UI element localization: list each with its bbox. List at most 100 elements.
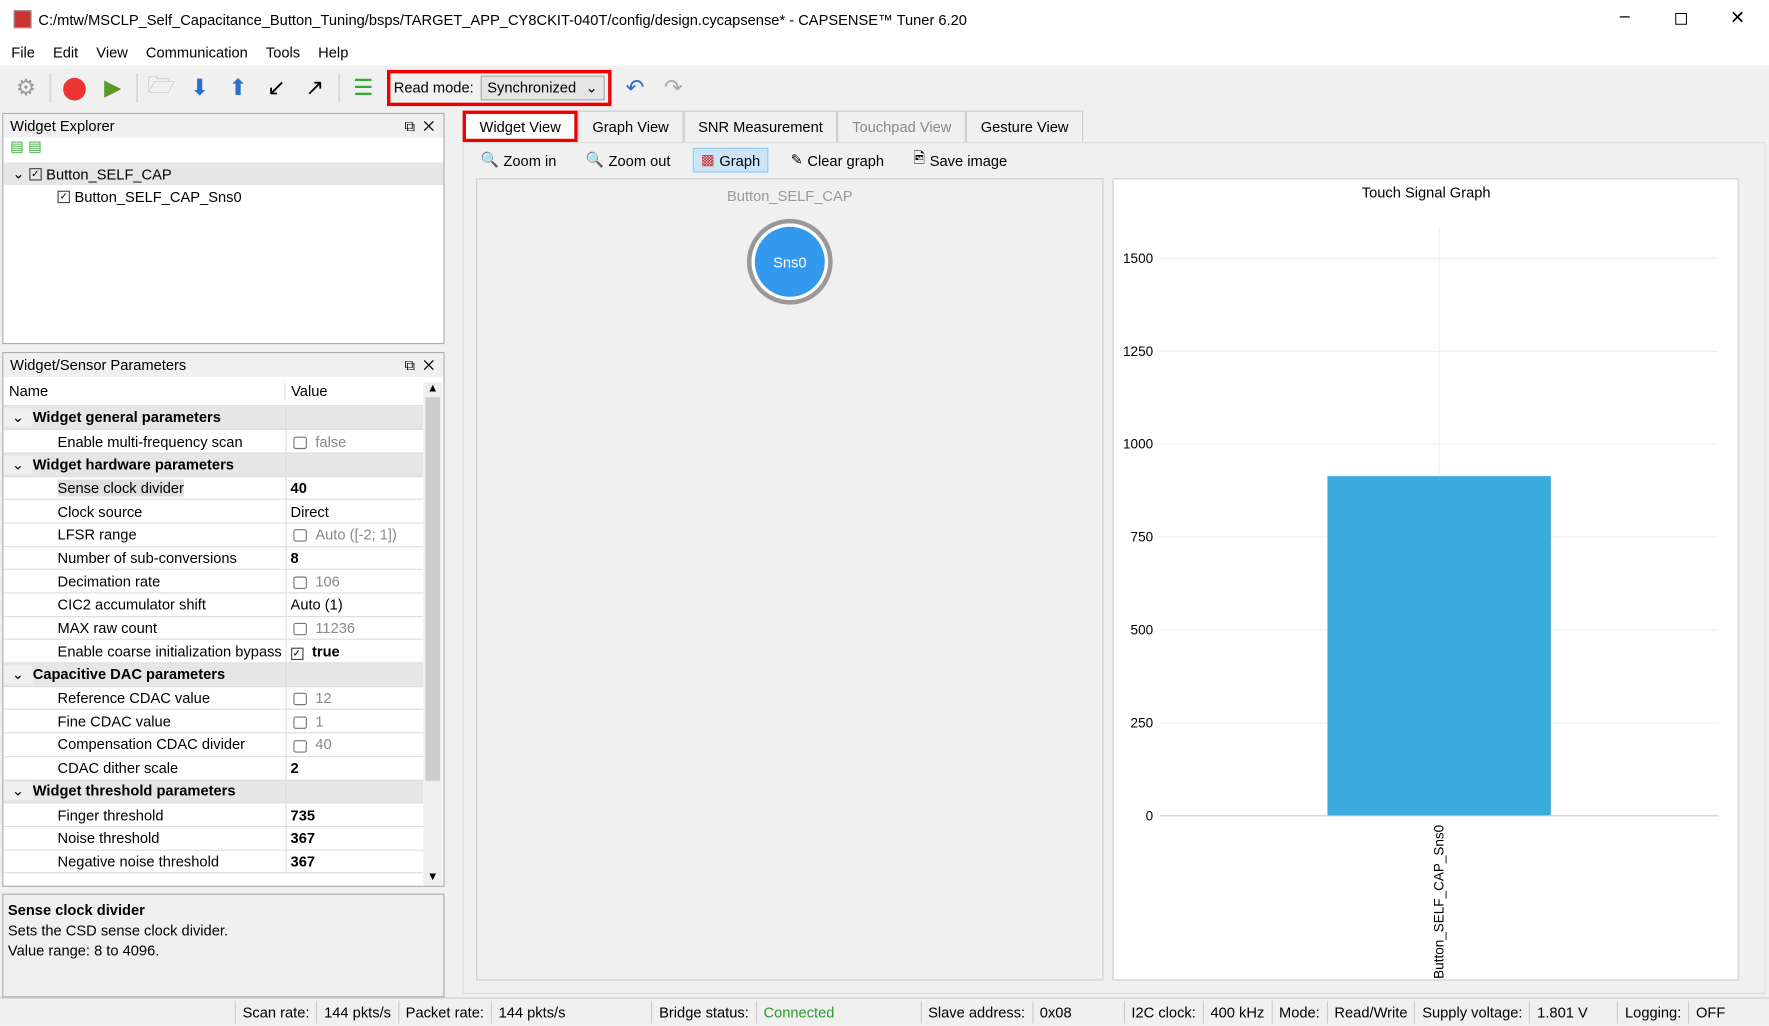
parameter-value[interactable]: 40	[291, 479, 307, 496]
status-label: Mode:	[1271, 1000, 1326, 1024]
read-mode-select[interactable]: Synchronized ⌄	[480, 75, 605, 100]
parameter-value[interactable]: 367	[291, 830, 315, 847]
tab-widget-view[interactable]: Widget View	[462, 110, 578, 143]
checkbox[interactable]: ✓	[57, 190, 70, 203]
parameter-group[interactable]: ⌄ Widget general parameters	[3, 406, 424, 431]
zoom-in-icon: 🔍	[480, 151, 499, 169]
status-value: OFF	[1688, 1000, 1732, 1024]
parameter-row[interactable]: Enable coarse initialization bypass ✓ true	[3, 639, 424, 664]
panel-controls[interactable]: ⧉ ✕	[405, 117, 435, 135]
disconnect-icon[interactable]: ⬤	[60, 73, 89, 102]
menu-help[interactable]: Help	[307, 43, 355, 60]
column-value: Value	[291, 382, 328, 400]
log-icon[interactable]: ☰	[349, 73, 378, 102]
parameter-group[interactable]: ⌄ Widget threshold parameters	[3, 779, 424, 804]
parameter-value[interactable]: Auto (1)	[291, 596, 343, 613]
zoom-in-button[interactable]: 🔍 Zoom in	[474, 149, 563, 172]
widget-label: Button_SELF_CAP	[46, 165, 172, 183]
menu-edit[interactable]: Edit	[42, 43, 85, 60]
parameter-row[interactable]: Sense clock divider 40	[3, 476, 424, 501]
parameter-row[interactable]: Finger threshold 735	[3, 802, 424, 827]
clear-graph-button[interactable]: ✎ Clear graph	[784, 149, 891, 172]
status-value: Read/Write	[1326, 1000, 1415, 1024]
parameter-value[interactable]: 2	[291, 760, 299, 777]
panel-controls[interactable]: ⧉ ✕	[405, 356, 435, 374]
zoom-out-button[interactable]: 🔍 Zoom out	[579, 149, 677, 172]
chevron-down-icon[interactable]: ⌄	[3, 455, 33, 474]
parameter-row[interactable]: CDAC dither scale 2	[3, 756, 424, 781]
status-label: Packet rate:	[397, 1000, 491, 1024]
parameter-value[interactable]: true	[312, 643, 340, 660]
read-from-device-icon[interactable]: ⬇	[185, 73, 214, 102]
status-value: 144 pkts/s	[490, 1000, 573, 1024]
expand-collapse-icons[interactable]: ▤ ▤	[3, 138, 443, 163]
settings-gear-icon[interactable]: ⚙	[11, 73, 40, 102]
title-bar: C:/mtw/MSCLP_Self_Capacitance_Button_Tun…	[0, 0, 1769, 39]
parameter-group[interactable]: ⌄ Capacitive DAC parameters	[3, 662, 424, 687]
parameter-row[interactable]: Number of sub-conversions 8	[3, 546, 424, 571]
start-icon[interactable]: ▶	[98, 73, 127, 102]
parameter-row[interactable]: Compensation CDAC divider 40	[3, 732, 424, 757]
chevron-down-icon[interactable]: ⌄	[3, 782, 33, 801]
close-button[interactable]: ✕	[1726, 7, 1749, 30]
parameter-group[interactable]: ⌄ Widget hardware parameters	[3, 452, 424, 477]
parameters-table: ⌄ Widget general parameters Enable multi-f…	[3, 406, 424, 874]
parameter-value[interactable]: 8	[291, 549, 299, 566]
parameter-value[interactable]: 735	[291, 806, 315, 823]
tab-snr-measurement[interactable]: SNR Measurement	[683, 110, 838, 143]
checkbox[interactable]: ✓	[290, 647, 303, 660]
chart-title: Touch Signal Graph	[1362, 185, 1491, 201]
parameter-row[interactable]: CIC2 accumulator shift Auto (1)	[3, 592, 424, 617]
parameter-row[interactable]: LFSR range Auto ([-2; 1])	[3, 522, 424, 547]
export-icon[interactable]: ↗	[300, 73, 329, 102]
maximize-button[interactable]: ◻	[1670, 7, 1693, 30]
chevron-down-icon[interactable]: ⌄	[3, 665, 33, 684]
chart-svg: Touch Signal Graph 0 250 500 750 1000 1250 150…	[1123, 185, 1719, 979]
minimize-button[interactable]: –	[1613, 7, 1636, 27]
menu-view[interactable]: View	[85, 43, 135, 60]
menu-tools[interactable]: Tools	[255, 43, 307, 60]
tab-graph-view[interactable]: Graph View	[577, 110, 684, 143]
parameter-row[interactable]: Enable multi-frequency scan false	[3, 429, 424, 454]
sensor-button[interactable]: Sns0	[746, 218, 833, 305]
parameter-name: Sense clock divider	[57, 479, 184, 497]
parameter-row[interactable]: Negative noise threshold 367	[3, 849, 424, 874]
parameter-row[interactable]: Decimation rate 106	[3, 569, 424, 594]
status-label: Scan rate:	[234, 1000, 317, 1024]
tab-gesture-view[interactable]: Gesture View	[966, 110, 1084, 143]
tree-item-widget[interactable]: ⌄ ✓ Button_SELF_CAP	[3, 162, 444, 186]
chevron-down-icon[interactable]: ⌄	[3, 408, 33, 427]
table-header: Name Value	[3, 377, 424, 407]
import-icon[interactable]: ↙	[262, 73, 291, 102]
window-title: C:/mtw/MSCLP_Self_Capacitance_Button_Tun…	[38, 10, 967, 28]
parameter-row[interactable]: Reference CDAC value 12	[3, 686, 424, 711]
tree-item-sensor[interactable]: ✓ Button_SELF_CAP_Sns0	[3, 185, 443, 208]
sensor-label: Button_SELF_CAP_Sns0	[74, 187, 242, 205]
menu-file[interactable]: File	[0, 43, 42, 60]
write-to-device-icon[interactable]: ⬆	[223, 73, 252, 102]
open-folder-icon[interactable]: 🗁	[147, 73, 176, 102]
parameter-row[interactable]: Noise threshold 367	[3, 826, 424, 851]
parameter-value: 40	[315, 736, 332, 754]
parameter-row[interactable]: MAX raw count 11236	[3, 616, 424, 641]
parameter-row[interactable]: Fine CDAC value 1	[3, 709, 424, 734]
parameter-name: Clock source	[57, 502, 143, 520]
scrollbar[interactable]: ▲ ▼	[423, 382, 443, 886]
y-tick-label: 0	[1146, 808, 1154, 823]
parameter-value: false	[315, 432, 347, 450]
y-tick-label: 750	[1131, 530, 1154, 545]
parameter-row[interactable]: Clock source Direct	[3, 499, 424, 524]
graph-toggle-button[interactable]: ▩ Graph	[693, 147, 769, 173]
status-value: Connected	[755, 1000, 842, 1024]
menu-communication[interactable]: Communication	[135, 43, 255, 60]
parameter-name: Noise threshold	[57, 829, 160, 847]
parameter-value[interactable]: 367	[291, 853, 315, 870]
save-image-button[interactable]: 🖻 Save image	[907, 146, 1014, 175]
scrollbar-thumb[interactable]	[425, 397, 441, 781]
tab-touchpad-view[interactable]: Touchpad View	[837, 110, 967, 143]
checkbox[interactable]: ✓	[29, 167, 42, 180]
touch-signal-graph: Touch Signal Graph 0 250 500 750 1000 1250 150…	[1112, 178, 1739, 981]
undo-icon[interactable]: ↶	[620, 73, 649, 102]
redo-icon[interactable]: ↷	[659, 73, 688, 102]
parameter-value[interactable]: Direct	[291, 503, 329, 520]
